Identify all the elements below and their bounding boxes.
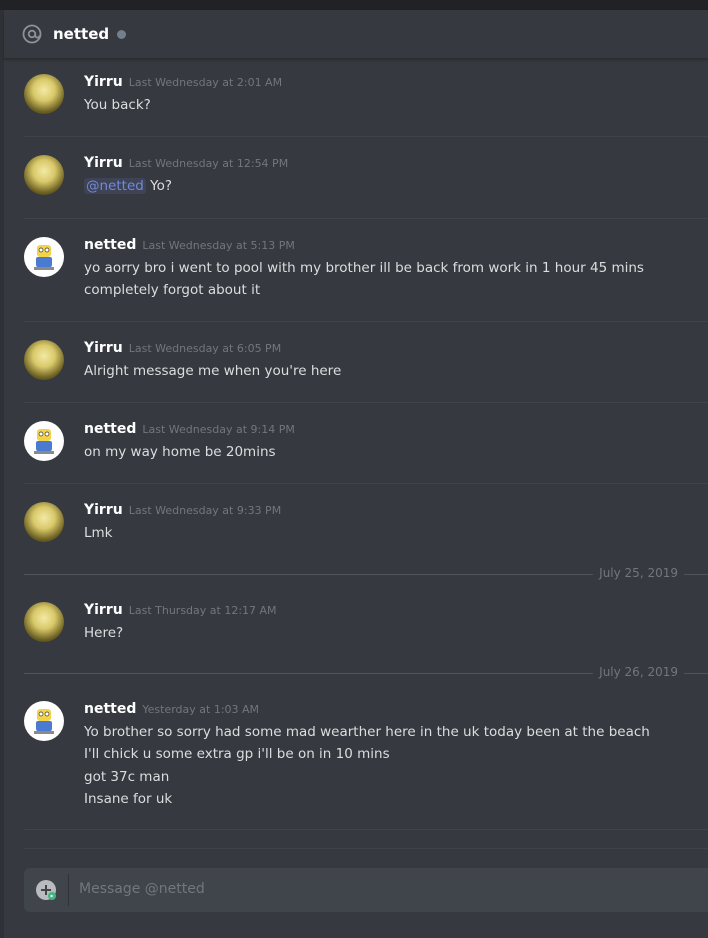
message-header: netted Yesterday at 1:03 AM: [84, 701, 259, 717]
message-list: Yirru Last Wednesday at 2:01 AM You back?…: [4, 59, 708, 849]
date-separator-label: July 26, 2019: [593, 665, 684, 679]
message: Yirru Last Wednesday at 2:01 AM You back?: [24, 74, 708, 134]
timestamp: Last Wednesday at 9:33 PM: [128, 504, 282, 517]
message-text: You back?: [84, 97, 151, 113]
message: Yirru Last Wednesday at 6:05 PM Alright m…: [24, 340, 708, 400]
date-separator: July 26, 2019: [24, 665, 708, 681]
channel-title: netted: [53, 25, 110, 43]
message-input[interactable]: Message @netted: [79, 881, 205, 897]
message: netted Yesterday at 1:03 AM Yo brother so…: [24, 701, 708, 821]
avatar[interactable]: [24, 421, 64, 461]
message-header: Yirru Last Wednesday at 6:05 PM: [84, 340, 281, 356]
message: Yirru Last Wednesday at 9:33 PM Lmk: [24, 502, 708, 562]
channel-header: netted: [4, 10, 708, 59]
message-header: Yirru Last Wednesday at 9:33 PM: [84, 502, 281, 518]
composer-separator: [68, 874, 69, 906]
timestamp: Last Wednesday at 12:54 PM: [128, 157, 289, 170]
date-separator: July 25, 2019: [24, 566, 708, 582]
message: netted Last Wednesday at 9:14 PM on my wa…: [24, 421, 708, 481]
message-text: Insane for uk: [84, 791, 173, 807]
message-text: completely forgot about it: [84, 282, 261, 298]
message: netted Last Wednesday at 5:13 PM yo aorry…: [24, 237, 708, 317]
timestamp: Yesterday at 1:03 AM: [142, 703, 260, 716]
cartoon-character-icon: [34, 245, 54, 270]
message-divider: [24, 136, 708, 137]
timestamp: Last Wednesday at 5:13 PM: [142, 239, 295, 252]
message-divider: [24, 483, 708, 484]
avatar[interactable]: [24, 502, 64, 542]
date-separator-label: July 25, 2019: [593, 566, 684, 580]
message-divider: [24, 402, 708, 403]
message-text: Here?: [84, 625, 124, 641]
message-text: Yo brother so sorry had some mad wearthe…: [84, 724, 650, 740]
timestamp: Last Wednesday at 2:01 AM: [128, 76, 283, 89]
user-mention[interactable]: @netted: [84, 178, 146, 194]
timestamp: Last Wednesday at 6:05 PM: [128, 342, 282, 355]
message-header: Yirru Last Wednesday at 2:01 AM: [84, 74, 282, 90]
message-text: got 37c man: [84, 769, 170, 785]
status-offline-icon: [117, 29, 127, 39]
message-divider: [24, 321, 708, 322]
username[interactable]: Yirru: [84, 74, 123, 90]
message-header: Yirru Last Wednesday at 12:54 PM: [84, 155, 288, 171]
avatar[interactable]: [24, 74, 64, 114]
message-header: netted Last Wednesday at 5:13 PM: [84, 237, 295, 253]
window-top-strip: [0, 0, 708, 10]
avatar[interactable]: [24, 155, 64, 195]
add-file-icon[interactable]: [36, 880, 56, 900]
avatar[interactable]: [24, 340, 64, 380]
username[interactable]: netted: [84, 237, 136, 253]
message-text: Lmk: [84, 525, 113, 541]
avatar[interactable]: [24, 237, 64, 277]
message-text: on my way home be 20mins: [84, 444, 276, 460]
message-header: netted Last Wednesday at 9:14 PM: [84, 421, 295, 437]
username[interactable]: Yirru: [84, 502, 123, 518]
message-text: I'll chick u some extra gp i'll be on in…: [84, 746, 390, 762]
message: Yirru Last Thursday at 12:17 AM Here?: [24, 602, 708, 662]
cartoon-character-icon: [34, 429, 54, 454]
message: Yirru Last Wednesday at 12:54 PM @netted …: [24, 155, 708, 215]
avatar[interactable]: [24, 701, 64, 741]
composer-divider: [24, 848, 708, 849]
message-text: yo aorry bro i went to pool with my brot…: [84, 260, 644, 276]
avatar[interactable]: [24, 602, 64, 642]
cartoon-character-icon: [34, 709, 54, 734]
message-header: Yirru Last Thursday at 12:17 AM: [84, 602, 277, 618]
at-icon: [20, 22, 44, 46]
username[interactable]: netted: [84, 421, 136, 437]
message-text: @netted Yo?: [84, 178, 172, 194]
message-divider: [24, 829, 708, 830]
message-text: Alright message me when you're here: [84, 363, 342, 379]
username[interactable]: Yirru: [84, 340, 123, 356]
message-composer: Message @netted: [24, 868, 708, 912]
timestamp: Last Thursday at 12:17 AM: [128, 604, 277, 617]
timestamp: Last Wednesday at 9:14 PM: [142, 423, 295, 436]
username[interactable]: Yirru: [84, 602, 123, 618]
username[interactable]: netted: [84, 701, 136, 717]
message-divider: [24, 218, 708, 219]
message-text-content: Yo?: [150, 178, 173, 194]
username[interactable]: Yirru: [84, 155, 123, 171]
